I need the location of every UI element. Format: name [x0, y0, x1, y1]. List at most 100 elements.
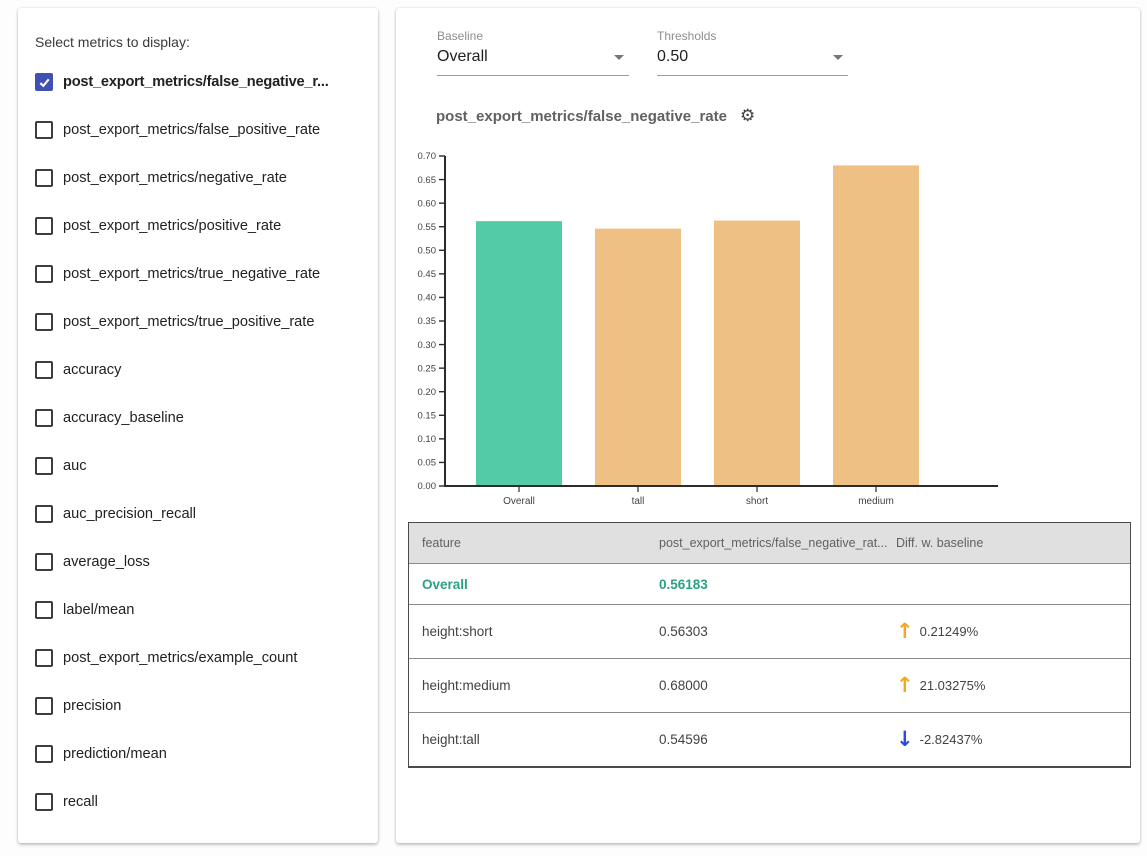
baseline-select[interactable]: Baseline Overall: [437, 29, 629, 76]
metric-row[interactable]: auc: [35, 442, 375, 490]
y-axis-tick-label: 0.15: [418, 410, 437, 421]
column-header-feature: feature: [409, 536, 659, 550]
thresholds-select[interactable]: Thresholds 0.50: [657, 29, 848, 76]
metric-label: post_export_metrics/example_count: [63, 650, 297, 666]
checkbox-unchecked[interactable]: [35, 313, 53, 331]
feature-cell: height:medium: [409, 678, 659, 693]
diff-value: -2.82437%: [920, 732, 983, 747]
feature-cell: height:short: [409, 624, 659, 639]
metric-label: post_export_metrics/negative_rate: [63, 170, 287, 186]
checkbox-unchecked[interactable]: [35, 217, 53, 235]
check-icon: [38, 76, 51, 89]
y-axis-tick-label: 0.70: [418, 151, 437, 162]
checkbox-checked[interactable]: [35, 73, 53, 91]
checkbox-unchecked[interactable]: [35, 697, 53, 715]
metric-label: label/mean: [63, 602, 134, 618]
x-axis-tick-label: short: [746, 496, 768, 507]
metric-label: post_export_metrics/true_negative_rate: [63, 266, 320, 282]
table-row: Overall0.56183: [409, 563, 1130, 604]
checkbox-unchecked[interactable]: [35, 601, 53, 619]
bar-tall[interactable]: [595, 229, 681, 486]
checkbox-unchecked[interactable]: [35, 121, 53, 139]
baseline-value: Overall: [437, 48, 488, 66]
metric-row[interactable]: auc_precision_recall: [35, 490, 375, 538]
metric-row[interactable]: accuracy: [35, 346, 375, 394]
x-axis-tick-label: medium: [858, 496, 894, 507]
up-arrow-icon: ↑: [896, 621, 914, 642]
bar-chart: 0.000.050.100.150.200.250.300.350.400.45…: [396, 140, 1140, 518]
metric-label: post_export_metrics/false_negative_r...: [63, 74, 329, 90]
checkbox-unchecked[interactable]: [35, 265, 53, 283]
metric-label: prediction/mean: [63, 746, 167, 762]
bar-short[interactable]: [714, 221, 800, 486]
y-axis-tick-label: 0.60: [418, 198, 437, 209]
checkbox-unchecked[interactable]: [35, 361, 53, 379]
metric-row[interactable]: post_export_metrics/true_negative_rate: [35, 250, 375, 298]
bar-medium[interactable]: [833, 165, 919, 486]
y-axis-tick-label: 0.55: [418, 222, 437, 233]
y-axis-tick-label: 0.25: [418, 363, 437, 374]
metric-label: average_loss: [63, 554, 150, 570]
thresholds-label: Thresholds: [657, 29, 848, 43]
y-axis-tick-label: 0.10: [418, 434, 437, 445]
metric-row[interactable]: recall: [35, 778, 375, 826]
checkbox-unchecked[interactable]: [35, 409, 53, 427]
checkbox-unchecked[interactable]: [35, 169, 53, 187]
feature-cell: height:tall: [409, 732, 659, 747]
y-axis-tick-label: 0.35: [418, 316, 437, 327]
thresholds-value: 0.50: [657, 48, 688, 66]
y-axis-tick-label: 0.20: [418, 387, 437, 398]
checkbox-unchecked[interactable]: [35, 745, 53, 763]
metric-label: auc: [63, 458, 87, 474]
metric-row[interactable]: average_loss: [35, 538, 375, 586]
metric-row[interactable]: post_export_metrics/example_count: [35, 634, 375, 682]
down-arrow-icon: ↓: [896, 729, 914, 750]
metrics-table: feature post_export_metrics/false_negati…: [408, 522, 1131, 768]
diff-value: 21.03275%: [920, 678, 986, 693]
column-header-diff: Diff. w. baseline: [896, 536, 1130, 550]
diff-value: 0.21249%: [920, 624, 979, 639]
x-axis-tick-label: Overall: [503, 496, 535, 507]
table-header-row: feature post_export_metrics/false_negati…: [409, 523, 1130, 563]
table-row: height:short0.56303↑ 0.21249%: [409, 604, 1130, 658]
metric-row[interactable]: post_export_metrics/true_positive_rate: [35, 298, 375, 346]
metric-list: post_export_metrics/false_negative_r...p…: [35, 58, 375, 826]
metric-label: accuracy: [63, 362, 121, 378]
checkbox-unchecked[interactable]: [35, 649, 53, 667]
column-header-metric: post_export_metrics/false_negative_rat..…: [659, 536, 896, 550]
metric-row[interactable]: post_export_metrics/false_positive_rate: [35, 106, 375, 154]
metric-label: accuracy_baseline: [63, 410, 184, 426]
bar-Overall[interactable]: [476, 221, 562, 486]
metric-label: post_export_metrics/false_positive_rate: [63, 122, 320, 138]
metric-row[interactable]: post_export_metrics/negative_rate: [35, 154, 375, 202]
dropdown-arrow-icon: [614, 55, 624, 60]
metric-row[interactable]: prediction/mean: [35, 730, 375, 778]
metric-label: recall: [63, 794, 98, 810]
metric-value-cell: 0.54596: [659, 732, 896, 747]
metric-row[interactable]: precision: [35, 682, 375, 730]
table-row: height:medium0.68000↑ 21.03275%: [409, 658, 1130, 712]
metric-label: post_export_metrics/true_positive_rate: [63, 314, 314, 330]
x-axis-tick-label: tall: [632, 496, 645, 507]
metric-selector-panel: Select metrics to display: post_export_m…: [18, 8, 378, 843]
metric-row[interactable]: label/mean: [35, 586, 375, 634]
metric-label: post_export_metrics/positive_rate: [63, 218, 281, 234]
y-axis-tick-label: 0.50: [418, 245, 437, 256]
up-arrow-icon: ↑: [896, 675, 914, 696]
checkbox-unchecked[interactable]: [35, 793, 53, 811]
checkbox-unchecked[interactable]: [35, 457, 53, 475]
y-axis-tick-label: 0.30: [418, 340, 437, 351]
gear-icon[interactable]: ⚙: [740, 108, 755, 125]
metric-value-cell: 0.56303: [659, 624, 896, 639]
checkbox-unchecked[interactable]: [35, 505, 53, 523]
metric-row[interactable]: post_export_metrics/false_negative_r...: [35, 58, 375, 106]
metric-value-cell: 0.68000: [659, 678, 896, 693]
metric-row[interactable]: accuracy_baseline: [35, 394, 375, 442]
checkbox-unchecked[interactable]: [35, 553, 53, 571]
metric-label: auc_precision_recall: [63, 506, 196, 522]
metric-label: precision: [63, 698, 121, 714]
y-axis-tick-label: 0.40: [418, 293, 437, 304]
diff-cell: ↓ -2.82437%: [896, 729, 1130, 750]
metric-row[interactable]: post_export_metrics/positive_rate: [35, 202, 375, 250]
chart-title: post_export_metrics/false_negative_rate: [436, 108, 727, 125]
